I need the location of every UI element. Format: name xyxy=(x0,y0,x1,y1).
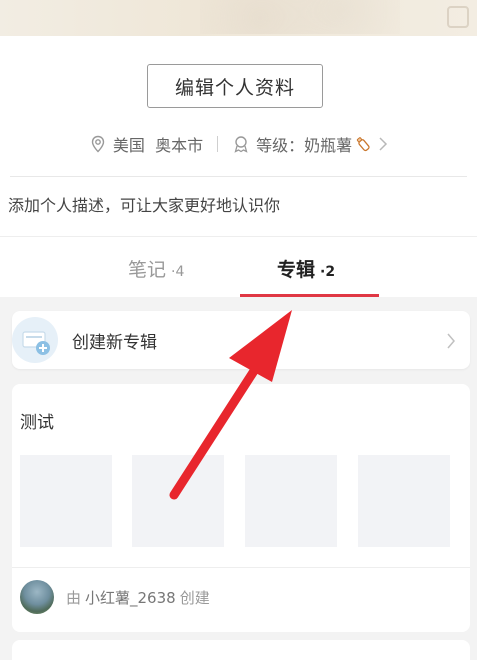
create-album-row[interactable]: 创建新专辑 xyxy=(12,311,470,369)
creator-text: 由小红薯_2638 创建 xyxy=(66,587,210,608)
profile-description-prompt[interactable]: 添加个人描述，可让大家更好地认识你 xyxy=(8,192,280,216)
profile-tabs: 笔记 ·4 专辑 ·2 xyxy=(0,236,477,297)
tab-notes-count: ·4 xyxy=(171,264,185,280)
tab-albums-label: 专辑 xyxy=(277,259,316,281)
album-thumbnail[interactable] xyxy=(132,455,224,547)
avatar[interactable] xyxy=(20,580,54,614)
album-add-icon xyxy=(12,317,58,363)
create-album-label: 创建新专辑 xyxy=(72,332,157,353)
album-thumbnail[interactable] xyxy=(358,455,450,547)
card-divider xyxy=(12,567,470,568)
tab-notes[interactable]: 笔记 ·4 xyxy=(128,255,184,282)
share-icon[interactable] xyxy=(447,6,469,28)
banner-decoration xyxy=(200,0,400,34)
album-title: 测试 xyxy=(20,413,54,433)
album-card[interactable]: 测试 由小红薯_2638 创建 xyxy=(12,384,470,632)
level-badge-icon xyxy=(234,136,248,153)
bottle-icon xyxy=(356,137,370,152)
profile-header: 编辑个人资料 美国 奥本市 等级：奶瓶薯 添加个人描述，可让大家更好地认识你 xyxy=(0,36,477,236)
location-pin-icon xyxy=(91,135,105,153)
meta-separator xyxy=(217,136,219,152)
tab-albums-count: ·2 xyxy=(320,264,336,280)
edit-profile-button[interactable]: 编辑个人资料 xyxy=(147,64,323,108)
album-card[interactable] xyxy=(12,640,470,660)
album-thumbnail[interactable] xyxy=(245,455,337,547)
tab-albums[interactable]: 专辑 ·2 xyxy=(277,255,335,282)
chevron-right-icon xyxy=(447,333,455,349)
creator-prefix: 由 xyxy=(66,588,82,607)
cover-banner xyxy=(0,0,477,36)
chevron-right-icon[interactable] xyxy=(378,137,388,151)
album-thumbnail[interactable] xyxy=(20,455,112,547)
tab-notes-label: 笔记 xyxy=(128,259,167,281)
profile-meta: 美国 奥本市 等级：奶瓶薯 xyxy=(0,132,477,156)
header-divider xyxy=(10,176,467,177)
location-text: 美国 奥本市 xyxy=(112,136,204,155)
album-creator: 由小红薯_2638 创建 xyxy=(20,580,210,614)
level-text[interactable]: 等级：奶瓶薯 xyxy=(256,132,352,156)
active-tab-indicator xyxy=(240,294,379,297)
creator-name[interactable]: 小红薯_2638 xyxy=(85,589,176,607)
creator-suffix: 创建 xyxy=(179,588,210,607)
